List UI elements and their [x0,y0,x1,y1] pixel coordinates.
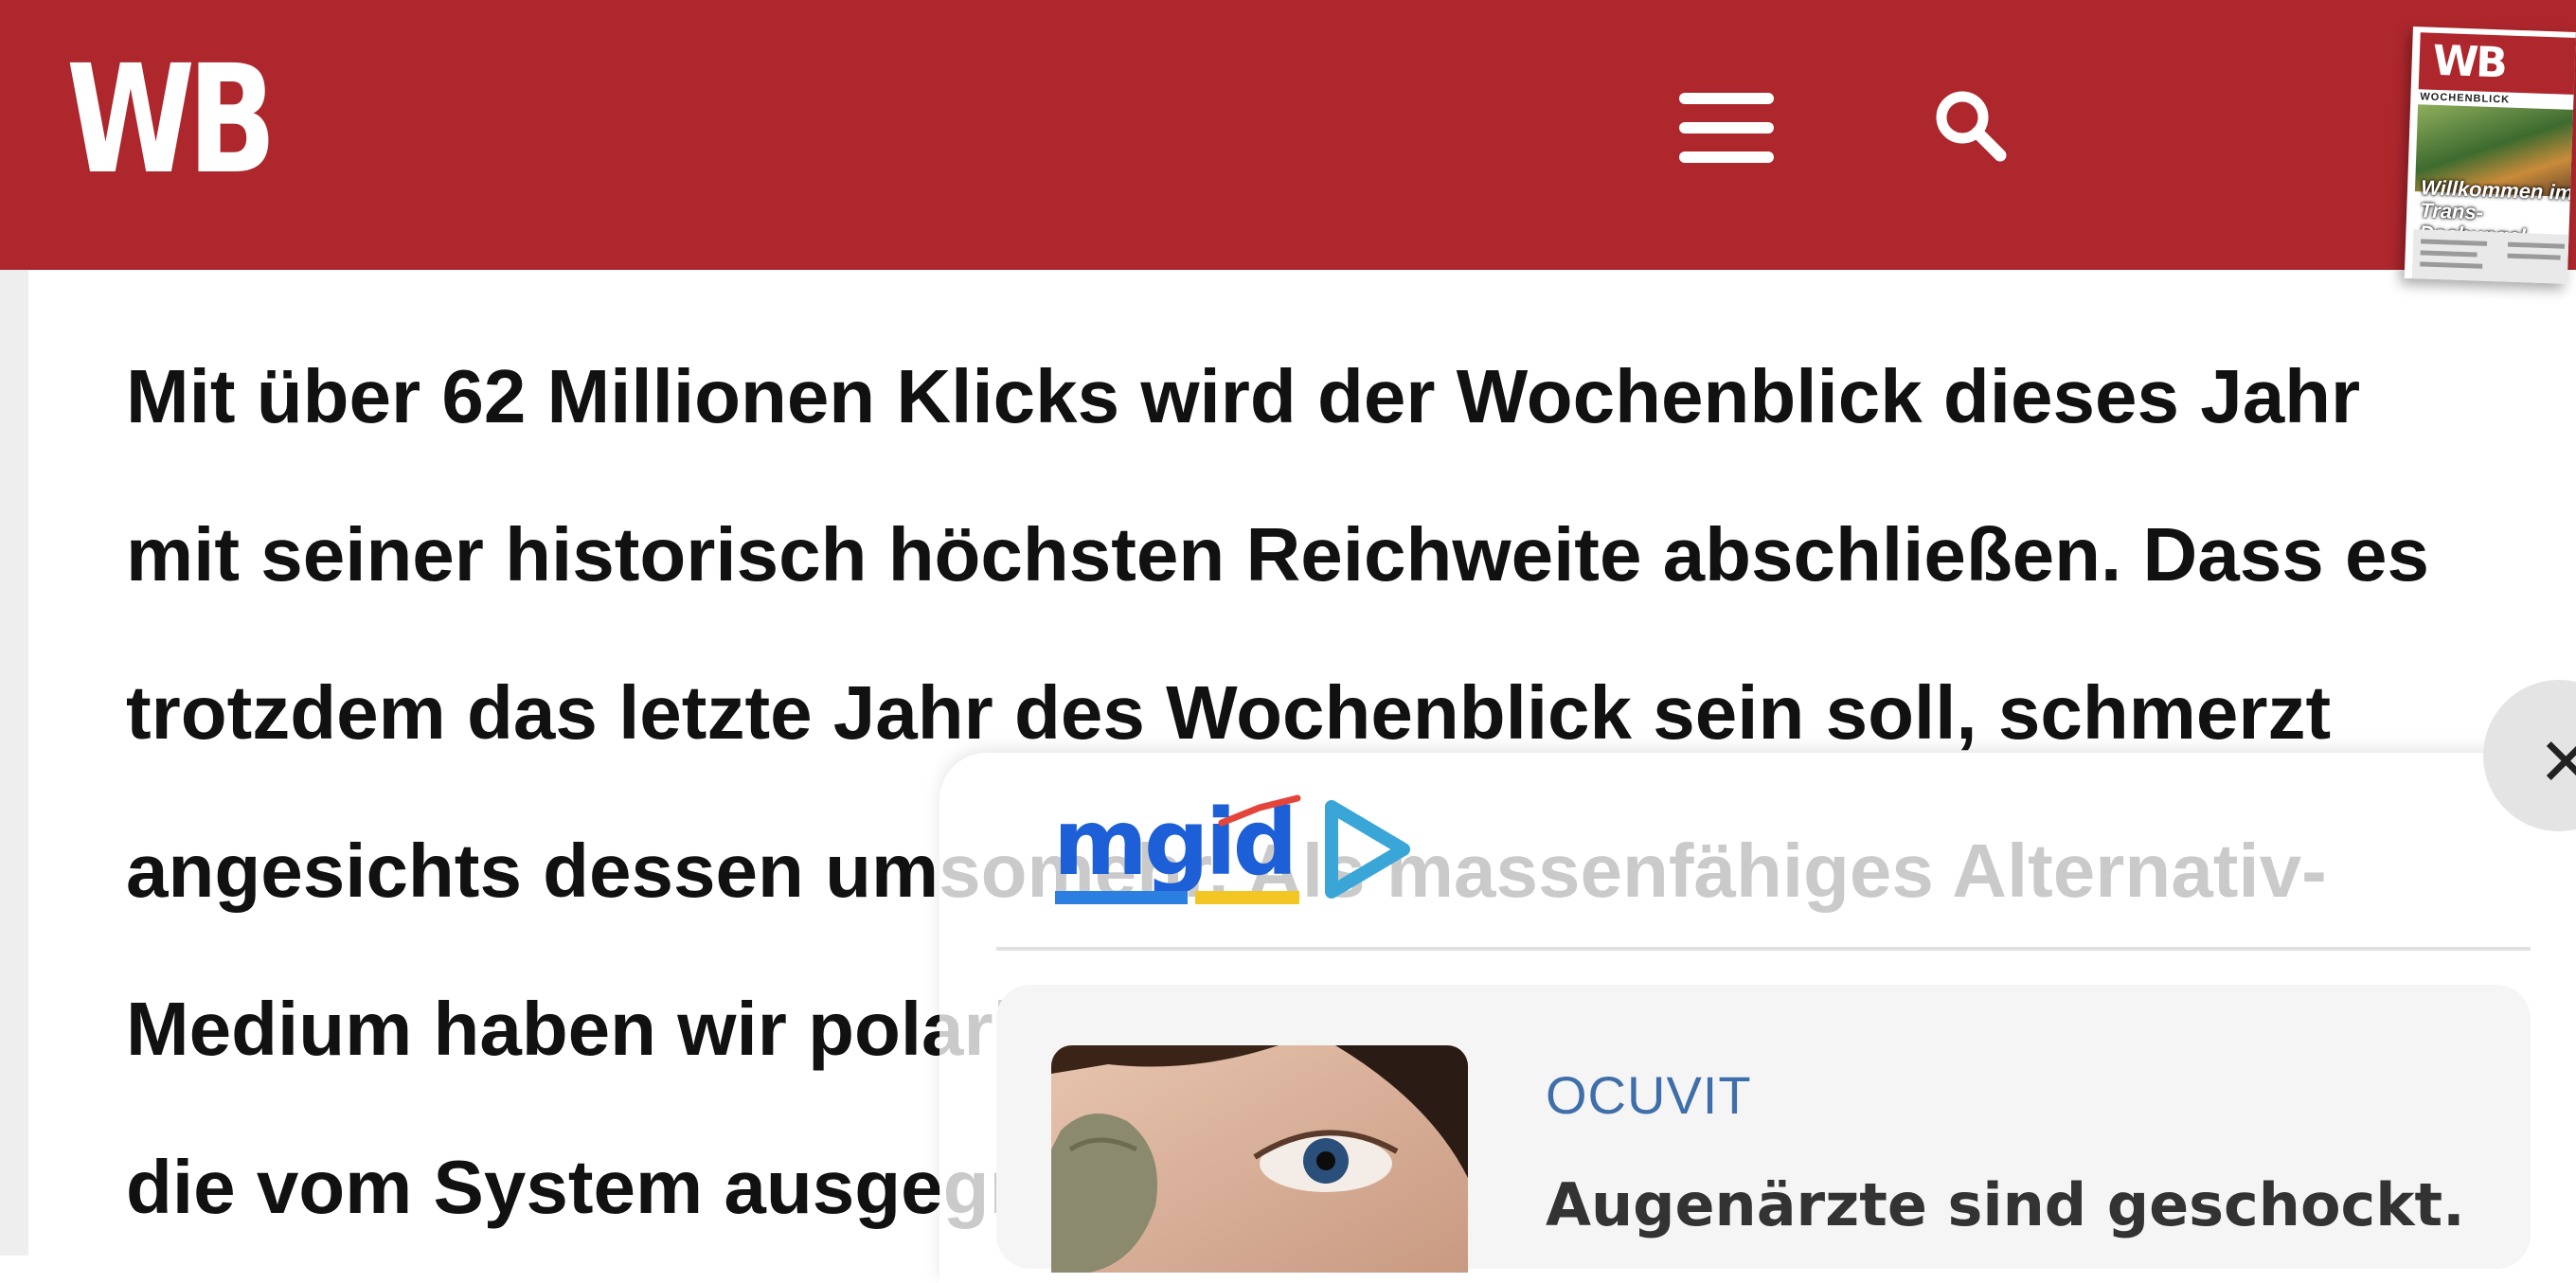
video-play-icon[interactable] [1318,797,1413,901]
mgid-logo-bar-blue [1055,891,1188,904]
magazine-subtitle: WOCHENBLICK [2420,91,2511,106]
ad-divider [996,947,2531,951]
hamburger-menu-icon[interactable] [1674,87,1779,169]
ad-card-image[interactable] [1051,1045,1468,1273]
magazine-header-band: WB [2418,32,2576,96]
page-left-gutter [0,270,28,1256]
magazine-cover-thumbnail[interactable]: WB WOCHENBLICK Willkommen im Trans-Dschu… [2404,27,2576,284]
ad-card-title[interactable]: Augenärzte sind geschockt. [1546,1170,2465,1239]
article-line: mit seiner historisch höchsten Reichweit… [126,512,2429,597]
search-icon[interactable] [1932,87,2012,167]
site-header: WB [0,0,2576,270]
mgid-logo-check [1218,794,1301,827]
article-line: Mit über 62 Millionen Klicks wird der Wo… [126,354,2361,438]
magazine-teaser-area [2411,229,2576,284]
magazine-logo: WB [2431,36,2506,88]
site-logo[interactable]: WB [66,45,277,195]
ad-card-brand[interactable]: OCUVIT [1546,1064,1752,1126]
mgid-logo-bar-yellow [1195,891,1299,904]
